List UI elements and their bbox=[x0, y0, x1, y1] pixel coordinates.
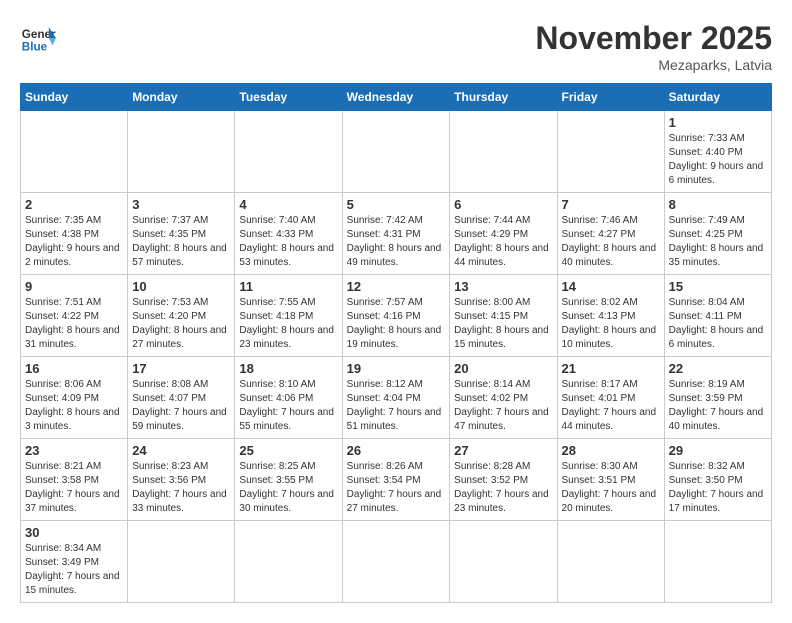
title-block: November 2025 Mezaparks, Latvia bbox=[535, 20, 772, 73]
calendar-row-1: 1 Sunrise: 7:33 AM Sunset: 4:40 PM Dayli… bbox=[21, 111, 772, 193]
day-5: 5 Sunrise: 7:42 AMSunset: 4:31 PMDayligh… bbox=[342, 193, 450, 275]
day-3: 3 Sunrise: 7:37 AMSunset: 4:35 PMDayligh… bbox=[128, 193, 235, 275]
svg-text:Blue: Blue bbox=[22, 41, 48, 54]
empty-cell bbox=[235, 521, 342, 603]
empty-cell bbox=[235, 111, 342, 193]
empty-cell bbox=[450, 111, 557, 193]
empty-cell bbox=[128, 521, 235, 603]
header-tuesday: Tuesday bbox=[235, 84, 342, 111]
header-thursday: Thursday bbox=[450, 84, 557, 111]
empty-cell bbox=[664, 521, 771, 603]
day-15: 15 Sunrise: 8:04 AMSunset: 4:11 PMDaylig… bbox=[664, 275, 771, 357]
day-21: 21 Sunrise: 8:17 AMSunset: 4:01 PMDaylig… bbox=[557, 357, 664, 439]
day-4: 4 Sunrise: 7:40 AMSunset: 4:33 PMDayligh… bbox=[235, 193, 342, 275]
day-8: 8 Sunrise: 7:49 AMSunset: 4:25 PMDayligh… bbox=[664, 193, 771, 275]
day-2: 2 Sunrise: 7:35 AMSunset: 4:38 PMDayligh… bbox=[21, 193, 128, 275]
day-26: 26 Sunrise: 8:26 AMSunset: 3:54 PMDaylig… bbox=[342, 439, 450, 521]
header-saturday: Saturday bbox=[664, 84, 771, 111]
day-14: 14 Sunrise: 8:02 AMSunset: 4:13 PMDaylig… bbox=[557, 275, 664, 357]
day-16: 16 Sunrise: 8:06 AMSunset: 4:09 PMDaylig… bbox=[21, 357, 128, 439]
day-6: 6 Sunrise: 7:44 AMSunset: 4:29 PMDayligh… bbox=[450, 193, 557, 275]
logo-icon: General Blue bbox=[20, 20, 56, 56]
day-23: 23 Sunrise: 8:21 AMSunset: 3:58 PMDaylig… bbox=[21, 439, 128, 521]
logo: General Blue bbox=[20, 20, 56, 56]
day-29: 29 Sunrise: 8:32 AMSunset: 3:50 PMDaylig… bbox=[664, 439, 771, 521]
empty-cell bbox=[342, 111, 450, 193]
empty-cell bbox=[557, 521, 664, 603]
calendar-table: Sunday Monday Tuesday Wednesday Thursday… bbox=[20, 83, 772, 603]
day-30: 30 Sunrise: 8:34 AMSunset: 3:49 PMDaylig… bbox=[21, 521, 128, 603]
day-25: 25 Sunrise: 8:25 AMSunset: 3:55 PMDaylig… bbox=[235, 439, 342, 521]
day-10: 10 Sunrise: 7:53 AMSunset: 4:20 PMDaylig… bbox=[128, 275, 235, 357]
day-22: 22 Sunrise: 8:19 AMSunset: 3:59 PMDaylig… bbox=[664, 357, 771, 439]
empty-cell bbox=[342, 521, 450, 603]
calendar-row-3: 9 Sunrise: 7:51 AMSunset: 4:22 PMDayligh… bbox=[21, 275, 772, 357]
weekday-header-row: Sunday Monday Tuesday Wednesday Thursday… bbox=[21, 84, 772, 111]
page-header: General Blue November 2025 Mezaparks, La… bbox=[20, 20, 772, 73]
calendar-row-6: 30 Sunrise: 8:34 AMSunset: 3:49 PMDaylig… bbox=[21, 521, 772, 603]
location-title: Mezaparks, Latvia bbox=[535, 57, 772, 73]
day-19: 19 Sunrise: 8:12 AMSunset: 4:04 PMDaylig… bbox=[342, 357, 450, 439]
empty-cell bbox=[128, 111, 235, 193]
day-11: 11 Sunrise: 7:55 AMSunset: 4:18 PMDaylig… bbox=[235, 275, 342, 357]
day-1: 1 Sunrise: 7:33 AM Sunset: 4:40 PM Dayli… bbox=[664, 111, 771, 193]
day-17: 17 Sunrise: 8:08 AMSunset: 4:07 PMDaylig… bbox=[128, 357, 235, 439]
day-27: 27 Sunrise: 8:28 AMSunset: 3:52 PMDaylig… bbox=[450, 439, 557, 521]
header-monday: Monday bbox=[128, 84, 235, 111]
day-20: 20 Sunrise: 8:14 AMSunset: 4:02 PMDaylig… bbox=[450, 357, 557, 439]
day-9: 9 Sunrise: 7:51 AMSunset: 4:22 PMDayligh… bbox=[21, 275, 128, 357]
day-18: 18 Sunrise: 8:10 AMSunset: 4:06 PMDaylig… bbox=[235, 357, 342, 439]
empty-cell bbox=[21, 111, 128, 193]
day-24: 24 Sunrise: 8:23 AMSunset: 3:56 PMDaylig… bbox=[128, 439, 235, 521]
calendar-row-5: 23 Sunrise: 8:21 AMSunset: 3:58 PMDaylig… bbox=[21, 439, 772, 521]
empty-cell bbox=[557, 111, 664, 193]
day-28: 28 Sunrise: 8:30 AMSunset: 3:51 PMDaylig… bbox=[557, 439, 664, 521]
header-sunday: Sunday bbox=[21, 84, 128, 111]
calendar-row-2: 2 Sunrise: 7:35 AMSunset: 4:38 PMDayligh… bbox=[21, 193, 772, 275]
month-title: November 2025 bbox=[535, 20, 772, 57]
day-12: 12 Sunrise: 7:57 AMSunset: 4:16 PMDaylig… bbox=[342, 275, 450, 357]
empty-cell bbox=[450, 521, 557, 603]
day-7: 7 Sunrise: 7:46 AMSunset: 4:27 PMDayligh… bbox=[557, 193, 664, 275]
calendar-row-4: 16 Sunrise: 8:06 AMSunset: 4:09 PMDaylig… bbox=[21, 357, 772, 439]
header-friday: Friday bbox=[557, 84, 664, 111]
day-13: 13 Sunrise: 8:00 AMSunset: 4:15 PMDaylig… bbox=[450, 275, 557, 357]
header-wednesday: Wednesday bbox=[342, 84, 450, 111]
